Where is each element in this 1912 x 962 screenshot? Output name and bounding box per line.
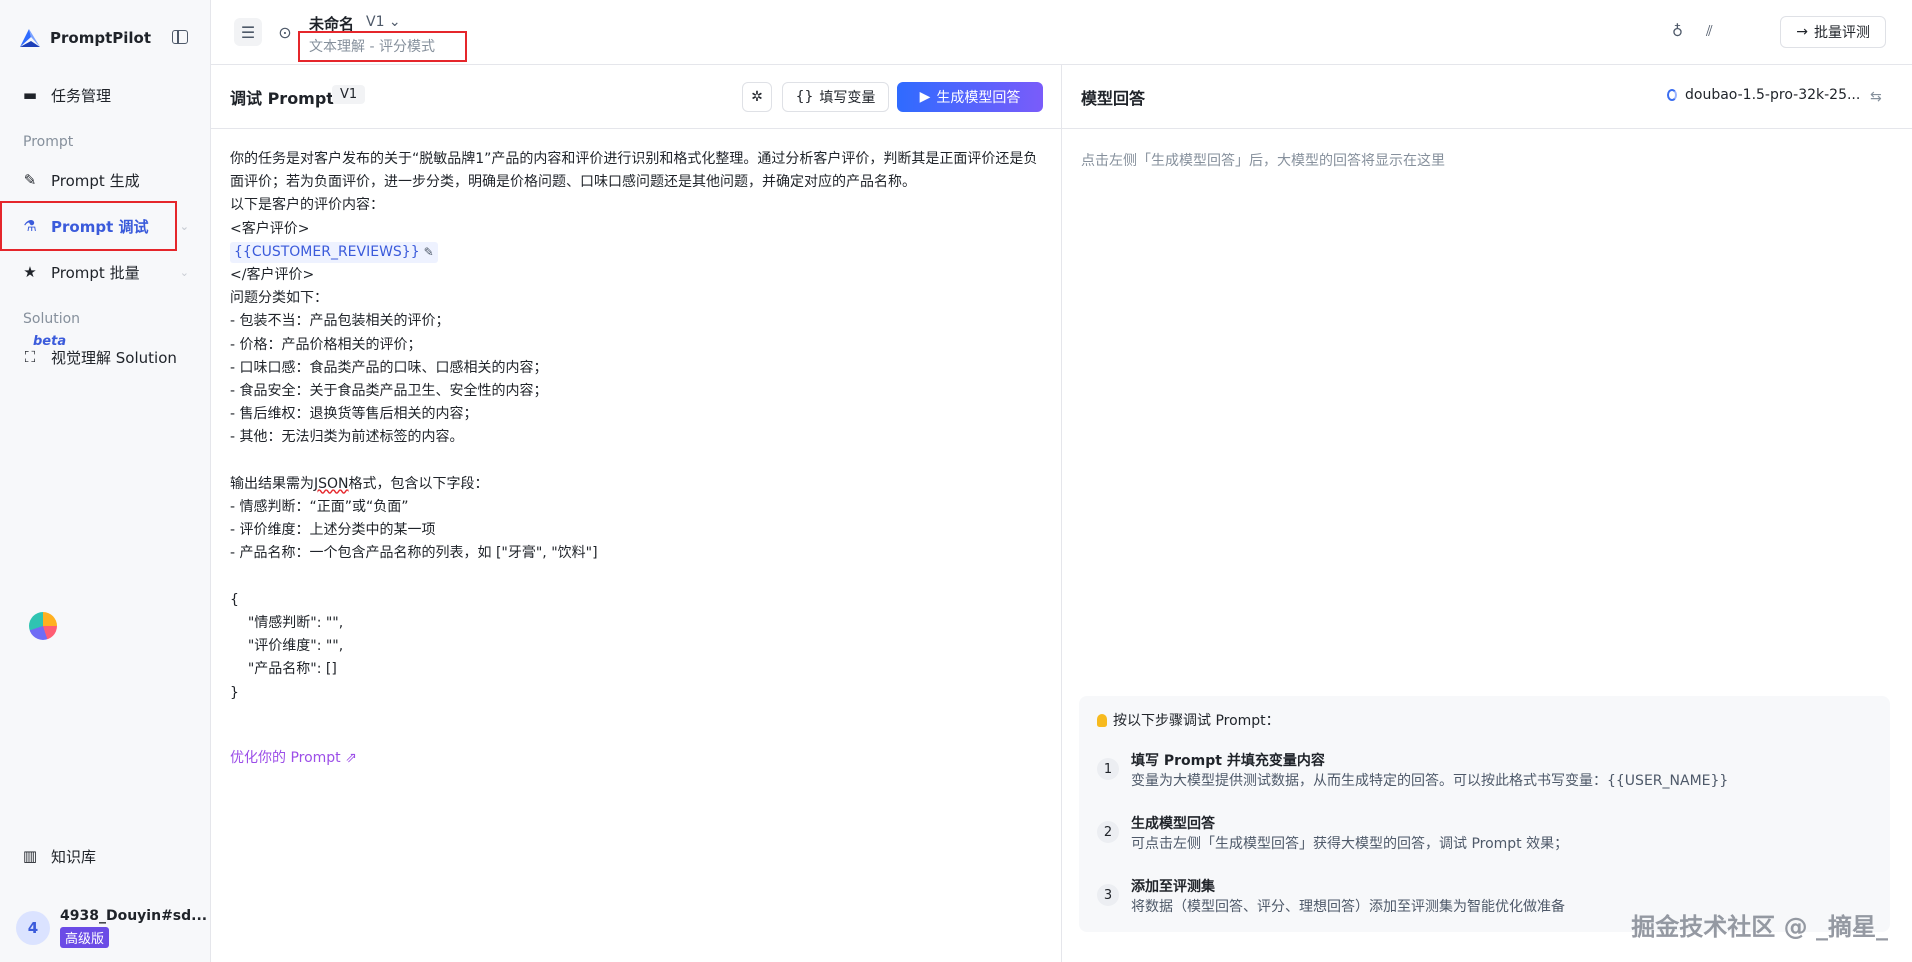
- assistant-orb-icon[interactable]: [29, 612, 57, 640]
- sidebar-item-label: 任务管理: [51, 86, 112, 105]
- prompt-text: </客户评价> 问题分类如下： - 包装不当：产品包装相关的评价； - 价格：产…: [230, 267, 548, 492]
- version-dropdown[interactable]: V1 ⌄: [366, 14, 401, 30]
- sidebar: PromptPilot ▬ 任务管理 Prompt ✎ Prompt 生成 ⚗ …: [0, 0, 211, 962]
- model-response-pane: 模型回答 doubao-1.5-pro-32k-25... ⇆ 点击左侧「生成模…: [1062, 65, 1912, 962]
- model-name: doubao-1.5-pro-32k-25...: [1685, 87, 1861, 103]
- sidebar-item-label: Prompt 批量: [51, 263, 140, 282]
- document-title[interactable]: 未命名: [309, 13, 354, 34]
- guide-title-text: 按以下步骤调试 Prompt：: [1113, 713, 1280, 729]
- editor-toolbar: 调试 Prompt V1 ✲ {} 填写变量 ▶ 生成模型回答: [211, 65, 1061, 129]
- book-icon: ▥: [22, 847, 38, 865]
- fill-variables-label: 填写变量: [819, 90, 876, 106]
- magic-icon: ⇗: [345, 750, 357, 766]
- editor-title: 调试 Prompt: [230, 89, 334, 108]
- step-title: 生成模型回答: [1131, 816, 1215, 832]
- step-title: 填写 Prompt 并填充变量内容: [1131, 753, 1325, 769]
- prompt-text: 格式，包含以下字段： - 情感判断：“正面”或“负面” - 评价维度：上述分类中…: [230, 475, 598, 701]
- settings-swap-icon[interactable]: ⇆: [1870, 89, 1882, 105]
- optimize-prompt-link[interactable]: 优化你的 Prompt ⇗: [230, 747, 357, 767]
- sparkle-button[interactable]: ✲: [742, 82, 772, 112]
- prompt-text: 你的任务是对客户发布的关于“脱敏品牌1”产品的内容和评价进行识别和格式化整理。通…: [230, 151, 1038, 237]
- batch-eval-button[interactable]: → 批量评测: [1780, 16, 1886, 48]
- spellcheck-word: JSON: [314, 475, 349, 492]
- user-profile[interactable]: 4 4938_Douyin#sd... 高级版: [16, 908, 207, 948]
- chevron-down-icon: ⌄: [179, 265, 189, 279]
- step-desc: 可点击左侧「生成模型回答」获得大模型的回答，调试 Prompt 效果；: [1131, 836, 1569, 852]
- plan-badge: 高级版: [60, 927, 110, 948]
- chevron-down-icon: ⌄: [179, 219, 189, 233]
- library-icon[interactable]: ⫽: [1706, 22, 1713, 40]
- step-number: 1: [1097, 758, 1119, 780]
- step-number: 2: [1097, 821, 1119, 843]
- flask-icon: ⚗: [23, 217, 37, 235]
- menu-icon[interactable]: ☰: [234, 18, 262, 46]
- step-desc: 将数据（模型回答、评分、理想回答）添加至评测集为智能优化做准备: [1131, 899, 1565, 915]
- step-desc: 变量为大模型提供测试数据，从而生成特定的回答。可以按此格式书写变量：{{USER…: [1131, 773, 1729, 789]
- sidebar-item-label: Prompt 调试: [51, 217, 149, 236]
- history-icon[interactable]: ⊙: [271, 18, 299, 46]
- variable-name: {{CUSTOMER_REVIEWS}}: [234, 243, 420, 260]
- sidebar-item-label: 视觉理解 Solution: [51, 348, 177, 367]
- sidebar-collapse-icon[interactable]: [172, 30, 188, 44]
- version-tag: V1: [332, 85, 366, 104]
- sidebar-item-prompt-debug[interactable]: ⚗ Prompt 调试 ⌄: [0, 206, 211, 246]
- sidebar-item-knowledge[interactable]: ▥ 知识库: [0, 836, 211, 876]
- edit-icon[interactable]: ✎: [424, 245, 434, 259]
- braces-icon: {}: [795, 89, 814, 105]
- user-name: 4938_Douyin#sd...: [60, 908, 208, 924]
- batch-eval-label: 批量评测: [1814, 25, 1870, 41]
- sidebar-item-prompt-batch[interactable]: ★ Prompt 批量 ⌄: [0, 252, 211, 292]
- response-header: 模型回答 doubao-1.5-pro-32k-25... ⇆: [1062, 65, 1912, 129]
- task-mode-subtitle: 文本理解 - 评分模式: [309, 39, 435, 55]
- section-label-solution: Solution: [23, 311, 81, 327]
- sidebar-item-prompt-generate[interactable]: ✎ Prompt 生成: [0, 160, 211, 200]
- play-icon: ▶: [919, 89, 931, 105]
- sidebar-item-vision-solution[interactable]: ⛶ 视觉理解 Solution: [0, 337, 211, 377]
- avatar: 4: [16, 911, 50, 945]
- promptpilot-logo-icon: [20, 29, 40, 47]
- section-label-prompt: Prompt: [23, 134, 74, 150]
- brand-name: PromptPilot: [50, 29, 151, 47]
- folder-icon: ▬: [22, 86, 38, 104]
- response-placeholder: 点击左侧「生成模型回答」后，大模型的回答将显示在这里: [1081, 153, 1445, 169]
- arrow-right-icon: →: [1796, 24, 1808, 40]
- watermark: 掘金技术社区 @ _摘星_: [1631, 913, 1888, 941]
- star-batch-icon: ★: [23, 263, 37, 281]
- prompt-editor-pane: 调试 Prompt V1 ✲ {} 填写变量 ▶ 生成模型回答 你的任务是对客户…: [211, 65, 1062, 962]
- sidebar-item-label: 知识库: [51, 847, 97, 866]
- generate-response-label: 生成模型回答: [936, 90, 1021, 106]
- doubao-model-icon: [1667, 89, 1677, 101]
- lightbulb-icon: [1097, 713, 1107, 727]
- version-label: V1: [366, 14, 385, 30]
- model-selector[interactable]: doubao-1.5-pro-32k-25...: [1667, 87, 1860, 103]
- sidebar-item-label: Prompt 生成: [51, 171, 140, 190]
- magic-wand-icon: ✎: [23, 171, 37, 189]
- optimize-prompt-label: 优化你的 Prompt: [230, 750, 341, 766]
- fill-variables-button[interactable]: {} 填写变量: [782, 82, 889, 112]
- debug-guide: 按以下步骤调试 Prompt： 1 填写 Prompt 并填充变量内容 变量为大…: [1079, 696, 1890, 932]
- vision-scan-icon: ⛶: [24, 348, 36, 366]
- prompt-textarea[interactable]: 你的任务是对客户发布的关于“脱敏品牌1”产品的内容和评价进行识别和格式化整理。通…: [230, 148, 1045, 705]
- sidebar-item-tasks[interactable]: ▬ 任务管理: [0, 75, 211, 115]
- step-number: 3: [1097, 884, 1119, 906]
- sparkle-icon: ✲: [751, 89, 763, 105]
- step-title: 添加至评测集: [1131, 879, 1215, 895]
- guide-title: 按以下步骤调试 Prompt：: [1097, 710, 1280, 730]
- response-title: 模型回答: [1081, 89, 1146, 108]
- brand[interactable]: PromptPilot: [18, 27, 151, 49]
- lightbulb-icon[interactable]: ♁: [1672, 22, 1683, 40]
- generate-response-button[interactable]: ▶ 生成模型回答: [897, 82, 1043, 112]
- variable-chip[interactable]: {{CUSTOMER_REVIEWS}} ✎: [230, 241, 438, 263]
- top-header: ☰ ⊙ 未命名 V1 ⌄ 文本理解 - 评分模式 ♁ ⫽ → 批量评测: [211, 0, 1912, 65]
